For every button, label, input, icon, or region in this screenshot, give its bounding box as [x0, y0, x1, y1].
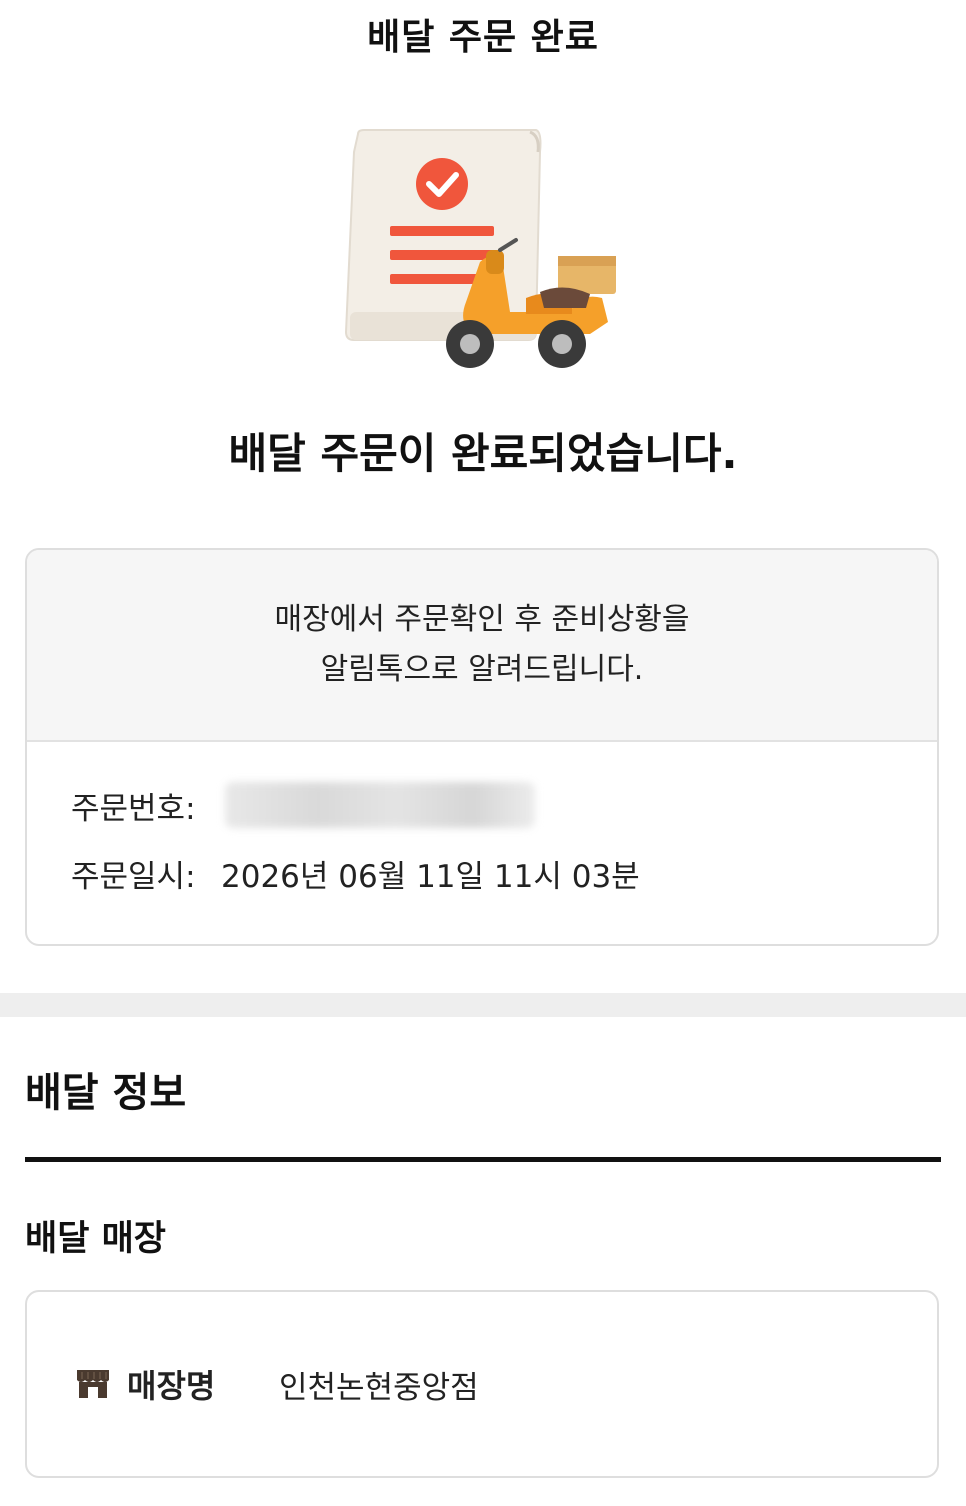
receipt-scooter-icon: [344, 129, 616, 368]
section-divider: [0, 993, 966, 1017]
order-number-redacted: [225, 782, 535, 828]
notice-line-2: 알림톡으로 알려드립니다.: [320, 652, 644, 687]
order-complete-headline: 배달 주문이 완료되었습니다.: [228, 429, 738, 478]
order-datetime-row: 주문일시: 2026년 06월 11일 11시 03분: [71, 848, 937, 898]
order-datetime-value: 2026년 06월 11일 11시 03분: [221, 858, 640, 895]
order-number-row: 주문번호:: [71, 780, 937, 830]
order-number-label: 주문번호:: [71, 790, 196, 827]
notice-box: 매장에서 주문확인 후 준비상황을 알림톡으로 알려드립니다.: [27, 550, 937, 742]
section-rule: [25, 1157, 941, 1162]
page-title: 배달 주문 완료: [367, 17, 599, 58]
delivery-store-title: 배달 매장: [25, 1219, 166, 1259]
notice-line-1: 매장에서 주문확인 후 준비상황을: [274, 602, 690, 637]
store-icon: [77, 1370, 109, 1398]
order-complete-page: 배달 주문 완료 배달 주문이 완료되었습니다. 매장에서 주문확인 후 준비상…: [0, 0, 966, 1506]
order-info-card: 매장에서 주문확인 후 준비상황을 알림톡으로 알려드립니다. 주문번호: 주문…: [25, 548, 939, 946]
store-card: 매장명 인천논현중앙점: [25, 1290, 939, 1478]
order-datetime-label: 주문일시:: [71, 858, 196, 895]
delivery-illustration: [340, 122, 630, 377]
delivery-info-title: 배달 정보: [25, 1070, 187, 1116]
order-details: 주문번호: 주문일시: 2026년 06월 11일 11시 03분: [27, 742, 937, 898]
store-name-value: 인천논현중앙점: [279, 1369, 479, 1406]
store-name-label: 매장명: [127, 1367, 216, 1405]
